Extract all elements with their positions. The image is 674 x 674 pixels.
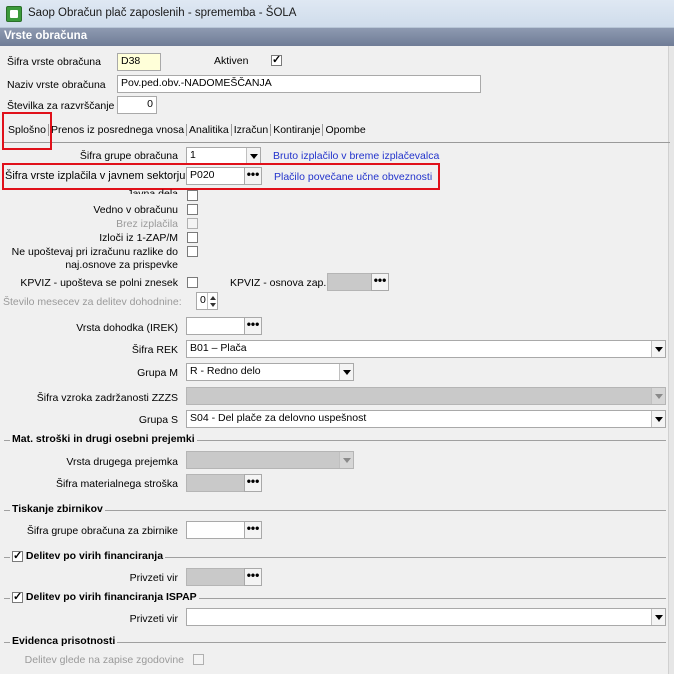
sifra-rek-value: B01 – Plača [190,342,247,354]
chevron-down-icon[interactable] [651,609,665,625]
vrsta-prejemka-select[interactable] [186,451,354,469]
chevron-down-icon[interactable] [651,341,665,357]
stevilo-mesecev-stepper[interactable]: 0 [196,292,218,310]
title-bar: Saop Obračun plač zaposlenih - sprememba… [0,0,674,28]
brez-checkbox[interactable] [187,218,198,229]
stevilka-label: Številka za razvrščanje [7,100,115,112]
sifra-grupe-label: Šifra grupe obračuna [79,150,178,162]
tab-analitika[interactable]: Analitika [187,124,232,136]
delitev-ispap-header: ✓ Delitev po virih financiranja ISPAP [10,591,199,603]
kpviz-osnova-input[interactable] [327,273,373,291]
grupa-m-value: R - Redno delo [190,365,261,377]
sifra-materialnega-input[interactable] [186,474,246,492]
sifra-grupe-value: 1 [190,149,196,161]
highlight-box-javni [2,163,440,190]
delitev-ispap-title: Delitev po virih financiranja ISPAP [25,591,197,603]
zzzs-label: Šifra vzroka zadržanosti ZZZS [36,392,178,404]
tab-divider [4,142,670,143]
tab-izracun[interactable]: Izračun [232,124,272,136]
aktiven-checkbox[interactable]: ✓ [271,55,282,66]
naziv-input[interactable]: Pov.ped.obv.-NADOMEŠČANJA [117,75,481,93]
izloci-label: Izloči iz 1-ZAP/M [99,232,178,244]
neupostevaj-label-2: naj.osnove za prispevke [65,259,178,271]
tiskanje-browse-button[interactable]: ••• [244,521,262,539]
section-header-title: Vrste obračuna [4,30,88,42]
tiskanje-label: Šifra grupe obračuna za zbirnike [26,525,178,537]
evidenca-title: Evidenca prisotnosti [10,635,118,647]
spinner-arrows-icon[interactable] [207,293,217,309]
delitev-vir-input[interactable] [186,568,246,586]
sifra-rek-select[interactable]: B01 – Plača [186,340,666,358]
tab-strip: Splošno Prenos iz posrednega vnosa Analiti… [6,124,368,142]
zzzs-select[interactable] [186,387,666,405]
grupa-s-value: S04 - Del plače za delovno uspešnost [190,412,367,424]
izloci-checkbox[interactable] [187,232,198,243]
naziv-label: Naziv vrste obračuna [7,79,106,91]
delitev-ispap-vir-label: Privzeti vir [129,613,178,625]
aktiven-label: Aktiven [214,55,249,67]
chevron-down-icon[interactable] [246,148,260,164]
delitev-title: Delitev po virih financiranja [25,550,164,562]
vrsta-dohodka-input[interactable] [186,317,246,335]
evidenca-label: Delitev glede na zapise zgodovine [24,654,184,666]
sifra-vrste-input[interactable]: D38 [117,53,161,71]
vedno-checkbox[interactable] [187,204,198,215]
grupa-s-label: Grupa S [138,414,178,426]
grupa-m-select[interactable]: R - Redno delo [186,363,354,381]
stevilo-mesecev-label: Število mesecev za delitev dohodnine: [3,296,182,308]
section-header: Vrste obračuna [0,28,674,46]
highlight-box-tab [2,112,52,150]
chevron-down-icon[interactable] [339,452,353,468]
evidenca-checkbox[interactable] [193,654,204,665]
kpviz-checkbox[interactable] [187,277,198,288]
sifra-rek-label: Šifra REK [131,344,178,356]
vrsta-prejemka-label: Vrsta drugega prejemka [66,456,178,468]
sifra-materialnega-label: Šifra materialnega stroška [56,478,178,490]
stevilo-mesecev-value: 0 [200,294,206,306]
sifra-vrste-label: Šifra vrste obračuna [7,56,101,68]
kpviz-osnova-browse-button[interactable]: ••• [371,273,389,291]
brez-label: Brez izplačila [116,218,178,230]
tab-prenos[interactable]: Prenos iz posrednega vnosa [49,124,188,136]
grupa-s-select[interactable]: S04 - Del plače za delovno uspešnost [186,410,666,428]
chevron-down-icon[interactable] [651,388,665,404]
sifra-materialnega-browse-button[interactable]: ••• [244,474,262,492]
tiskanje-input[interactable] [186,521,246,539]
neupostevaj-label-1: Ne upoštevaj pri izračunu razlike do [11,246,178,258]
delitev-vir-browse-button[interactable]: ••• [244,568,262,586]
tab-kontiranje[interactable]: Kontiranje [271,124,324,136]
vrsta-dohodka-browse-button[interactable]: ••• [244,317,262,335]
delitev-ispap-vir-select[interactable] [186,608,666,626]
vrsta-dohodka-label: Vrsta dohodka (IREK) [76,322,178,334]
kpviz-label: KPVIZ - upošteva se polni znesek [20,277,178,289]
chevron-down-icon[interactable] [339,364,353,380]
partial-checkbox[interactable] [187,190,198,201]
delitev-vir-label: Privzeti vir [129,572,178,584]
tiskanje-title: Tiskanje zbirnikov [10,503,105,515]
app-icon [6,6,22,22]
delitev-header: ✓ Delitev po virih financiranja [10,550,166,562]
chevron-down-icon[interactable] [651,411,665,427]
partial-label: Javna dela [127,188,178,194]
window-title: Saop Obračun plač zaposlenih - sprememba… [28,7,297,19]
vedno-label: Vedno v obračunu [93,204,178,216]
stevilka-input[interactable]: 0 [117,96,157,114]
neupostevaj-checkbox[interactable] [187,246,198,257]
mat-stroski-title: Mat. stroški in drugi osebni prejemki [10,433,197,445]
tab-opombe[interactable]: Opombe [323,124,367,136]
delitev-checkbox[interactable]: ✓ [12,550,23,562]
grupa-m-label: Grupa M [137,367,178,379]
kpviz-osnova-label: KPVIZ - osnova zap. [230,277,327,289]
sifra-grupe-link[interactable]: Bruto izplačilo v breme izplačevalca [273,150,439,162]
vertical-scrollbar[interactable] [668,46,674,674]
delitev-ispap-checkbox[interactable]: ✓ [12,591,23,603]
